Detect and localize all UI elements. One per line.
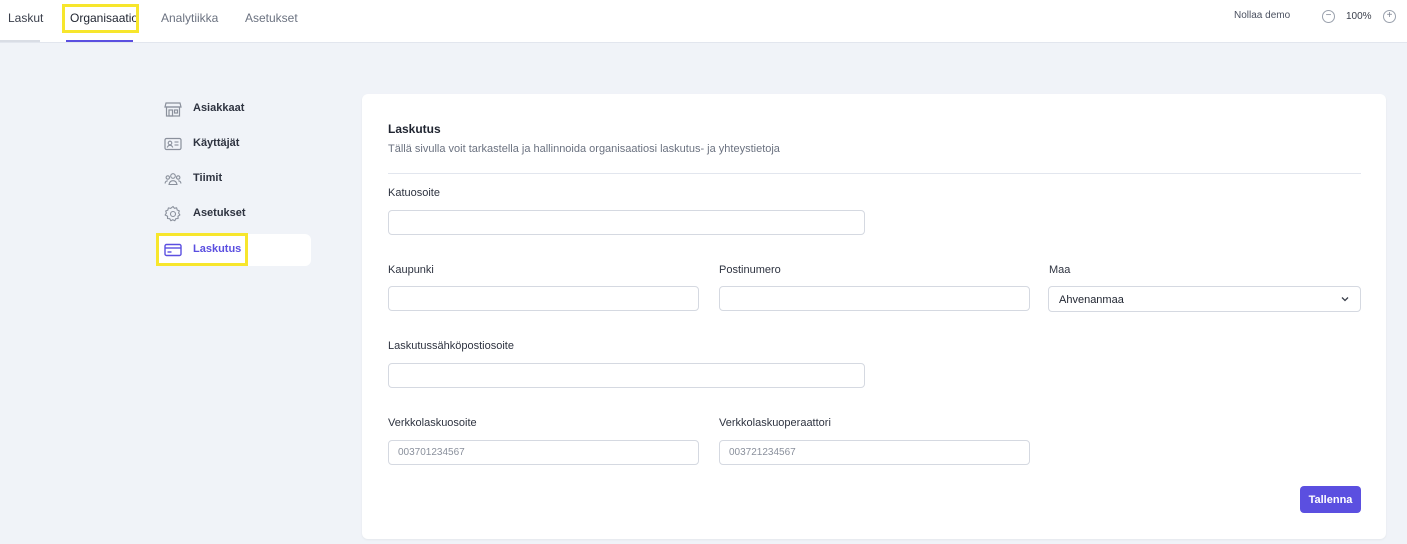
page-subtitle: Tällä sivulla voit tarkastella ja hallin… (388, 143, 780, 155)
country-label: Maa (1049, 264, 1071, 276)
postal-label: Postinumero (719, 264, 781, 276)
street-input[interactable] (388, 210, 865, 235)
tab-analytiikka[interactable]: Analytiikka (161, 0, 218, 42)
sidebar-item-tiimit[interactable]: Tiimit (156, 163, 311, 195)
tab-asetukset[interactable]: Asetukset (245, 0, 298, 42)
sidebar-item-kayttajat[interactable]: Käyttäjät (156, 128, 311, 160)
zoom-in-icon[interactable]: + (1383, 10, 1396, 23)
top-nav: Laskut Organisaatio Analytiikka Asetukse… (0, 0, 1407, 43)
user-name[interactable]: Nollaa demo (1234, 10, 1290, 21)
sidebar-item-asetukset[interactable]: Asetukset (156, 198, 311, 230)
tab-laskut[interactable]: Laskut (8, 0, 43, 42)
street-label: Katuosoite (388, 187, 440, 199)
einvoice-address-label: Verkkolaskuosoite (388, 417, 477, 429)
billing-email-input[interactable] (388, 363, 865, 388)
billing-card: Laskutus Tällä sivulla voit tarkastella … (362, 94, 1386, 539)
city-input[interactable] (388, 286, 699, 311)
tab-underline (0, 40, 40, 42)
zoom-level: 100% (1346, 11, 1372, 22)
divider (388, 173, 1361, 174)
sidebar-item-label: Tiimit (193, 172, 223, 184)
einvoice-operator-label: Verkkolaskuoperaattori (719, 417, 831, 429)
highlight-box-organisaatio (62, 4, 139, 33)
city-label: Kaupunki (388, 264, 434, 276)
einvoice-address-input[interactable] (388, 440, 699, 465)
sidebar-item-label: Asiakkaat (193, 102, 245, 114)
chevron-down-icon (1341, 297, 1349, 302)
sidebar-item-label: Käyttäjät (193, 137, 240, 149)
save-button[interactable]: Tallenna (1300, 486, 1361, 513)
team-icon (164, 173, 182, 186)
country-select[interactable]: Ahvenanmaa (1048, 286, 1361, 312)
sidebar-item-label: Asetukset (193, 207, 246, 219)
zoom-out-icon[interactable]: − (1322, 10, 1335, 23)
highlight-box-laskutus (156, 233, 248, 266)
id-card-icon (164, 137, 182, 151)
sidebar-item-asiakkaat[interactable]: Asiakkaat (156, 93, 311, 125)
email-label: Laskutussähköpostiosoite (388, 340, 514, 352)
page-title: Laskutus (388, 122, 441, 136)
country-select-value: Ahvenanmaa (1059, 294, 1124, 306)
postal-input[interactable] (719, 286, 1030, 311)
store-icon (164, 102, 182, 117)
einvoice-operator-input[interactable] (719, 440, 1030, 465)
active-tab-underline (66, 40, 133, 42)
gear-icon (164, 205, 181, 222)
